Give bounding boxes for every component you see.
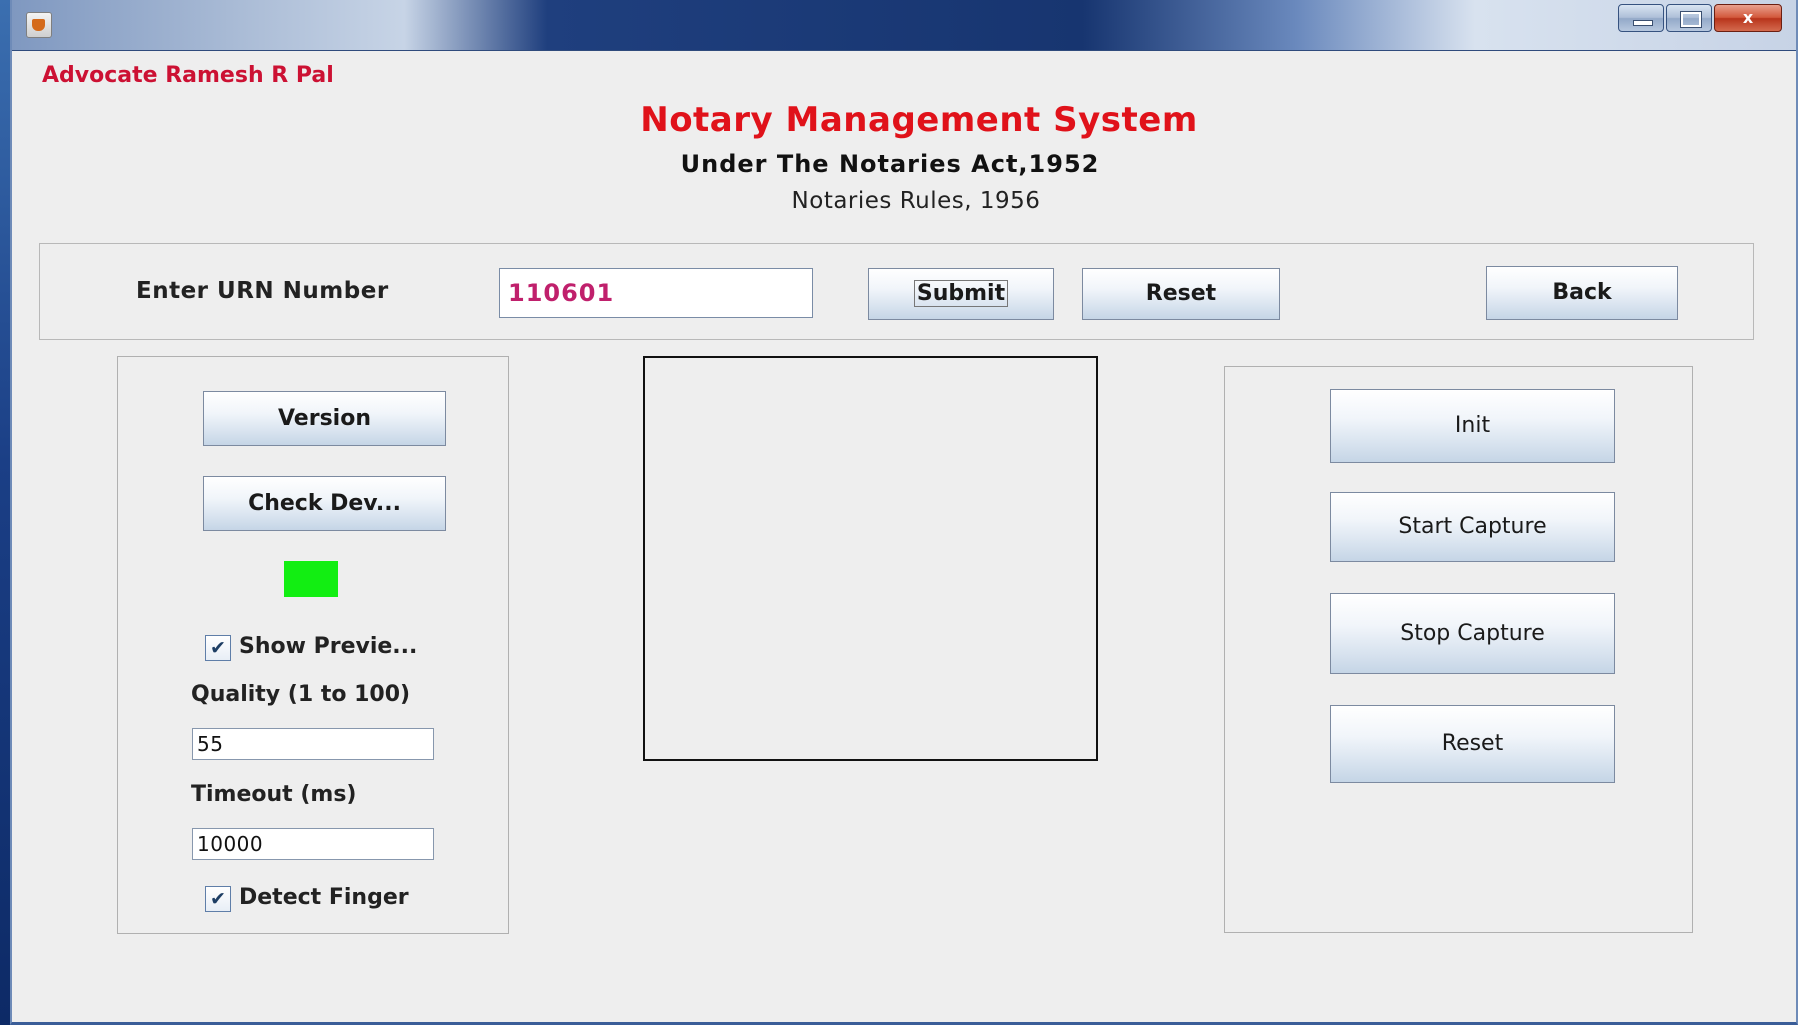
back-label: Back [1552, 280, 1612, 305]
start-capture-button[interactable]: Start Capture [1330, 492, 1615, 562]
rules-caption: Notaries Rules, 1956 [791, 188, 1041, 214]
quality-label: Quality (1 to 100) [191, 682, 411, 707]
window-controls: x [1616, 4, 1782, 34]
device-status-indicator [284, 561, 338, 597]
back-button[interactable]: Back [1486, 266, 1678, 320]
init-button[interactable]: Init [1330, 389, 1615, 463]
stop-capture-label: Stop Capture [1400, 621, 1545, 646]
detect-finger-checkbox[interactable]: ✔ [205, 886, 231, 912]
urn-input[interactable]: 110601 [499, 268, 813, 318]
version-button[interactable]: Version [203, 391, 446, 446]
urn-label: Enter URN Number [136, 278, 389, 304]
start-capture-label: Start Capture [1398, 514, 1547, 539]
close-button[interactable]: x [1714, 4, 1782, 32]
submit-label: Submit [913, 280, 1009, 307]
reset-capture-button[interactable]: Reset [1330, 705, 1615, 783]
init-label: Init [1454, 413, 1491, 438]
check-device-label: Check Dev... [248, 491, 401, 516]
title-bar[interactable]: x [12, 0, 1796, 51]
stop-capture-button[interactable]: Stop Capture [1330, 593, 1615, 674]
reset-urn-button[interactable]: Reset [1082, 268, 1280, 320]
close-icon: x [1742, 8, 1754, 27]
java-cup-icon [26, 12, 52, 38]
minimize-icon [1633, 20, 1653, 26]
advocate-name: Advocate Ramesh R Pal [42, 63, 334, 88]
show-preview-label: Show Previe... [239, 634, 418, 659]
show-preview-checkbox[interactable]: ✔ [205, 635, 231, 661]
maximize-button[interactable] [1666, 4, 1712, 32]
maximize-icon [1680, 11, 1702, 28]
minimize-button[interactable] [1618, 4, 1664, 32]
version-label: Version [277, 406, 371, 431]
quality-input[interactable]: 55 [192, 728, 434, 760]
reset-urn-label: Reset [1145, 281, 1217, 306]
timeout-input[interactable]: 10000 [192, 828, 434, 860]
page-subtitle: Under The Notaries Act,1952 [680, 150, 1100, 178]
submit-button[interactable]: Submit [868, 268, 1054, 320]
page-title: Notary Management System [640, 100, 1198, 140]
reset-capture-label: Reset [1441, 731, 1504, 756]
timeout-label: Timeout (ms) [191, 782, 357, 807]
fingerprint-preview [643, 356, 1098, 761]
check-device-button[interactable]: Check Dev... [203, 476, 446, 531]
detect-finger-label: Detect Finger [239, 885, 409, 910]
